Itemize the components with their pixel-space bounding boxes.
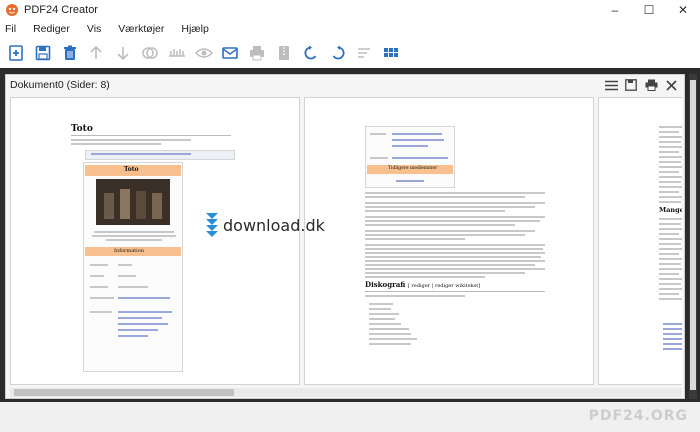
delete-icon[interactable] xyxy=(57,40,83,66)
band-photo xyxy=(96,179,170,225)
menu-bar: Fil Rediger Vis Værktøjer Hjælp xyxy=(0,20,700,38)
title-bar: PDF24 Creator – ☐ ✕ xyxy=(0,0,700,20)
preview-icon[interactable] xyxy=(191,40,217,66)
maximize-button[interactable]: ☐ xyxy=(632,0,666,20)
move-down-icon[interactable] xyxy=(110,40,136,66)
rotate-left-icon[interactable] xyxy=(298,40,324,66)
menu-file[interactable]: Fil xyxy=(5,23,16,35)
watermark-text: download.dk xyxy=(223,215,325,235)
page1-heading: Toto xyxy=(71,124,93,134)
page2-section-suffix: [ rediger | rediger wikitekst] xyxy=(407,283,481,289)
sort-icon[interactable] xyxy=(351,40,377,66)
add-file-icon[interactable] xyxy=(3,40,29,66)
page2-infobox: Tidligere medlemmer xyxy=(365,126,455,188)
window-title: PDF24 Creator xyxy=(24,4,98,16)
print-icon[interactable] xyxy=(244,40,270,66)
split-icon[interactable] xyxy=(164,40,190,66)
page1-members-bar: Information xyxy=(114,248,145,254)
pages-strip: Toto Toto Information Tidligere medlemme… xyxy=(10,97,682,385)
page1-infobox: Toto Information xyxy=(83,162,183,372)
menu-tools[interactable]: Værktøjer xyxy=(118,23,164,35)
menu-help[interactable]: Hjælp xyxy=(181,23,208,35)
grid-view-icon[interactable] xyxy=(378,40,404,66)
page2-infobox-header: Tidligere medlemmer xyxy=(388,166,438,171)
page-thumbnail-1[interactable]: Toto Toto Information xyxy=(10,97,300,385)
app-logo-icon xyxy=(6,4,18,16)
download-logo-icon xyxy=(206,213,218,237)
save-icon[interactable] xyxy=(30,40,56,66)
close-button[interactable]: ✕ xyxy=(666,0,700,20)
document-panel: Dokument0 (Sider: 8) Toto Toto Informati… xyxy=(5,74,685,399)
document-title: Dokument0 (Sider: 8) xyxy=(10,79,110,91)
save-document-icon[interactable] xyxy=(622,77,640,93)
menu-edit[interactable]: Rediger xyxy=(33,23,70,35)
toolbar xyxy=(0,38,700,68)
document-header: Dokument0 (Sider: 8) xyxy=(6,75,684,95)
menu-icon[interactable] xyxy=(602,77,620,93)
page2-section-title: Diskografi xyxy=(365,280,406,289)
horizontal-scrollbar[interactable] xyxy=(10,388,682,397)
rotate-right-icon[interactable] xyxy=(325,40,351,66)
pdf24-brand: PDF24.ORG xyxy=(588,408,688,424)
print-document-icon[interactable] xyxy=(642,77,660,93)
page-thumbnail-3[interactable]: Mange forske xyxy=(598,97,682,385)
minimize-button[interactable]: – xyxy=(598,0,632,20)
email-icon[interactable] xyxy=(217,40,243,66)
page3-section-title: Mange forske xyxy=(659,206,682,214)
merge-icon[interactable] xyxy=(137,40,163,66)
compress-icon[interactable] xyxy=(271,40,297,66)
menu-view[interactable]: Vis xyxy=(87,23,101,35)
vertical-scrollbar[interactable] xyxy=(689,74,697,399)
page1-box-title: Toto xyxy=(124,166,139,173)
download-watermark: download.dk xyxy=(205,212,325,238)
move-up-icon[interactable] xyxy=(83,40,109,66)
close-document-icon[interactable] xyxy=(662,77,680,93)
page-thumbnail-2[interactable]: Tidligere medlemmer Diskografi [rediger… xyxy=(304,97,594,385)
horizontal-scroll-thumb[interactable] xyxy=(14,389,234,396)
status-bar: PDF24.ORG xyxy=(0,402,700,432)
vertical-scroll-thumb[interactable] xyxy=(690,80,696,390)
